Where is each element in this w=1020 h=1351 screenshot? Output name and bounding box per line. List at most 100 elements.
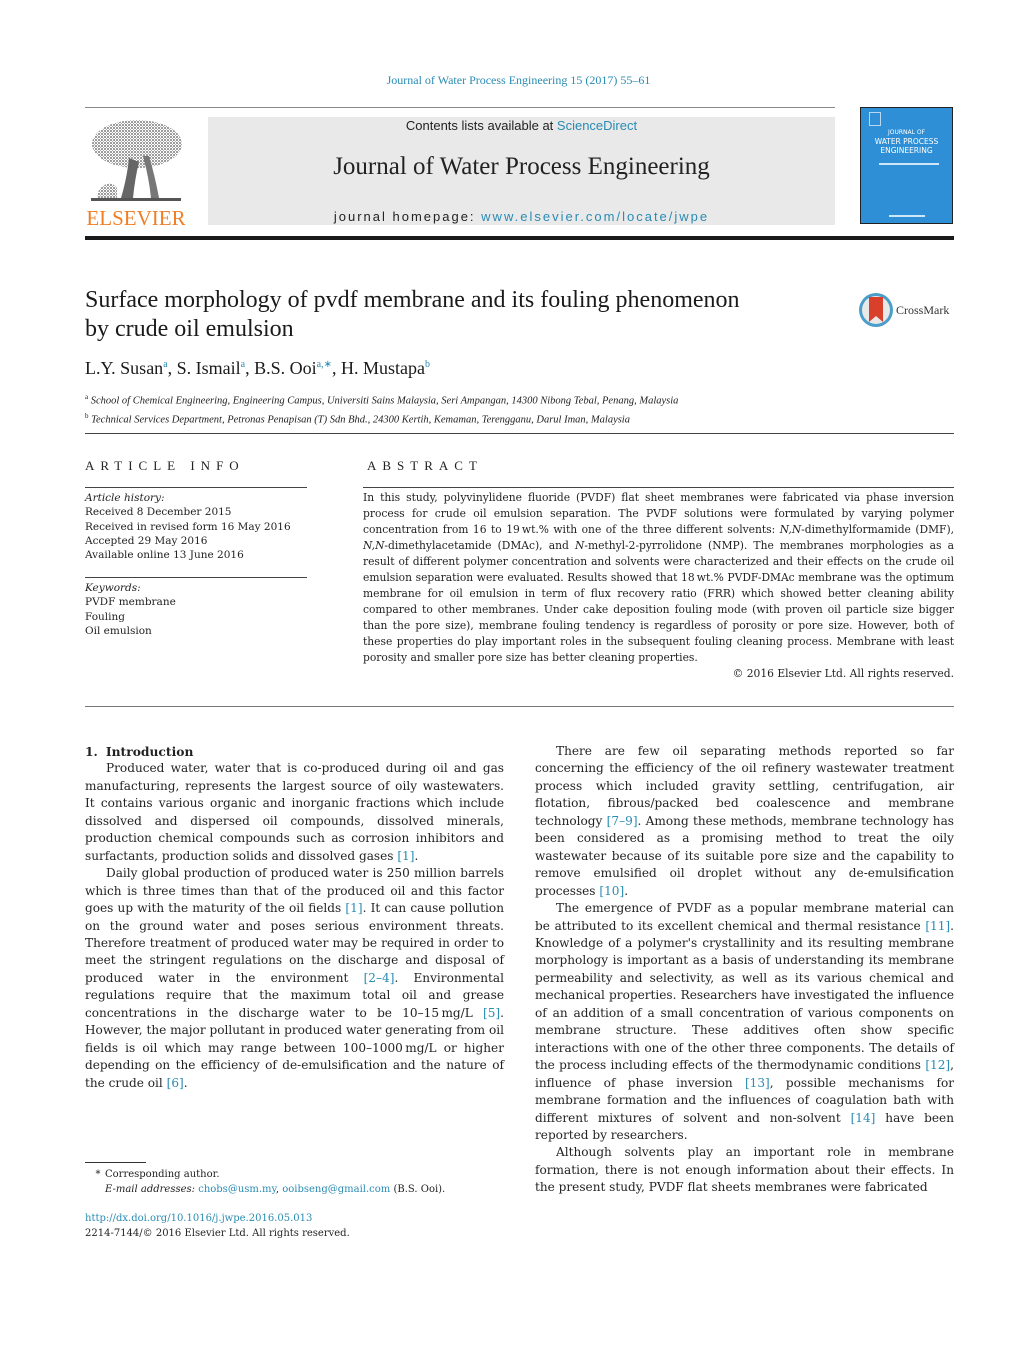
history-item: Accepted 29 May 2016 bbox=[85, 534, 208, 547]
history-item: Received in revised form 16 May 2016 bbox=[85, 520, 291, 533]
article-title: Surface morphology of pvdf membrane and … bbox=[85, 286, 845, 344]
footnote-line: * Corresponding author. bbox=[85, 1167, 515, 1182]
journal-cover-thumbnail[interactable]: JOURNAL OF WATER PROCESS ENGINEERING bbox=[860, 107, 953, 224]
body-column-left: 1. Introduction Produced water, water tha… bbox=[85, 743, 504, 1092]
footnote-marker: * bbox=[95, 1169, 101, 1180]
affiliation: b Technical Services Department, Petrona… bbox=[85, 409, 678, 428]
doi-link[interactable]: http://dx.doi.org/10.1016/j.jwpe.2016.05… bbox=[85, 1213, 312, 1224]
footnote-email-line: E-mail addresses: chobs@usm.my, ooibseng… bbox=[105, 1184, 446, 1195]
author-list: L.Y. Susana, S. Ismaila, B.S. Ooia,∗, H.… bbox=[85, 358, 430, 378]
corresponding-author-footnote: * Corresponding author. E-mail addresses:… bbox=[85, 1167, 515, 1197]
citation-link[interactable]: [11] bbox=[925, 919, 950, 933]
elsevier-tree-icon bbox=[91, 120, 182, 201]
running-head[interactable]: Journal of Water Process Engineering 15 … bbox=[0, 73, 1020, 88]
history-label: Article history: bbox=[85, 492, 165, 504]
abstract-paragraph: In this study, polyvinylidene fluoride (… bbox=[363, 490, 954, 666]
email-link[interactable]: chobs@usm.my bbox=[198, 1184, 276, 1195]
contents-line: Contents lists available at ScienceDirec… bbox=[208, 118, 835, 133]
author-name: L.Y. Susan bbox=[85, 358, 164, 378]
email-link[interactable]: ooibseng@gmail.com bbox=[282, 1184, 390, 1195]
history-item: Available online 13 June 2016 bbox=[85, 549, 244, 562]
paragraph: There are few oil separating methods rep… bbox=[535, 743, 954, 900]
elsevier-wordmark: ELSEVIER bbox=[86, 206, 186, 230]
email-label: E-mail addresses: bbox=[105, 1184, 196, 1195]
affiliation-marker: a bbox=[85, 393, 89, 401]
article-title-line1: Surface morphology of pvdf membrane and … bbox=[85, 287, 740, 313]
sciencedirect-link[interactable]: ScienceDirect bbox=[557, 118, 637, 133]
footnote-rule bbox=[85, 1162, 146, 1163]
citation-link[interactable]: [2–4] bbox=[364, 971, 395, 985]
author[interactable]: B.S. Ooia,∗ bbox=[254, 358, 332, 378]
paragraph-text: . bbox=[414, 848, 419, 863]
cover-title-line1: JOURNAL OF bbox=[887, 129, 926, 136]
citation-link[interactable]: [1] bbox=[397, 849, 414, 863]
citation-link[interactable]: [5] bbox=[483, 1006, 500, 1020]
paragraph-text: . bbox=[183, 1075, 188, 1090]
abstract-italic-segment: N,N bbox=[779, 523, 802, 536]
abstract-copyright: © 2016 Elsevier Ltd. All rights reserved… bbox=[732, 667, 954, 680]
crossmark-label: CrossMark bbox=[896, 303, 950, 317]
journal-masthead: Contents lists available at ScienceDirec… bbox=[208, 117, 835, 225]
paragraph-text: . Knowledge of a polymer's crystallinity… bbox=[535, 918, 954, 1073]
body-column-right: There are few oil separating methods rep… bbox=[535, 743, 954, 1197]
homepage-prefix: journal homepage: bbox=[333, 209, 482, 224]
history-item: Received 8 December 2015 bbox=[85, 506, 232, 519]
homepage-link[interactable]: www.elsevier.com/locate/jwpe bbox=[481, 209, 709, 224]
masthead-thick-rule bbox=[85, 236, 954, 240]
header-rule bbox=[85, 107, 835, 108]
affiliation-rule bbox=[85, 433, 954, 434]
keyword: PVDF membrane bbox=[85, 596, 176, 609]
elsevier-logo[interactable]: ELSEVIER bbox=[85, 116, 187, 230]
paragraph: Daily global production of produced wate… bbox=[85, 865, 504, 1092]
affiliations: a School of Chemical Engineering, Engine… bbox=[85, 390, 678, 427]
keywords-rule bbox=[85, 577, 307, 578]
citation-link[interactable]: [6] bbox=[167, 1076, 184, 1090]
footnote-text: Corresponding author. bbox=[105, 1169, 220, 1180]
citation-link[interactable]: [14] bbox=[851, 1111, 876, 1125]
keyword: Oil emulsion bbox=[85, 624, 152, 637]
article-title-line2: by crude oil emulsion bbox=[85, 316, 294, 342]
body-rule bbox=[85, 706, 954, 707]
section-heading-introduction: 1. Introduction bbox=[85, 743, 504, 760]
cover-editors-line bbox=[879, 163, 939, 165]
cover-title-line3: ENGINEERING bbox=[880, 146, 933, 155]
citation-link[interactable]: [13] bbox=[745, 1076, 770, 1090]
cover-title-line2: WATER PROCESS bbox=[874, 137, 939, 146]
author[interactable]: S. Ismaila bbox=[177, 358, 245, 378]
paragraph-text: Produced water, water that is co-produce… bbox=[85, 761, 504, 863]
paragraph: Produced water, water that is co-produce… bbox=[85, 760, 504, 865]
article-history: Article history: Received 8 December 201… bbox=[85, 491, 315, 562]
affiliation-marker: b bbox=[85, 411, 89, 420]
author-affiliation-marker: a bbox=[163, 359, 168, 370]
citation-link[interactable]: [12] bbox=[925, 1058, 950, 1072]
abstract-text-segment: -methyl-2-pyrrolidone (NMP). The membran… bbox=[363, 539, 954, 664]
affiliation-text: Technical Services Department, Petronas … bbox=[91, 414, 630, 425]
crossmark-button[interactable]: CrossMark bbox=[858, 291, 958, 329]
section-title: Introduction bbox=[105, 744, 194, 759]
cover-title: JOURNAL OF WATER PROCESS ENGINEERING bbox=[861, 128, 952, 155]
contents-prefix: Contents lists available at bbox=[405, 118, 557, 133]
citation-link[interactable]: [10] bbox=[599, 884, 624, 898]
citation-link[interactable]: [7–9] bbox=[607, 814, 638, 828]
cover-logo-icon bbox=[869, 112, 881, 126]
affiliation-text: School of Chemical Engineering, Engineer… bbox=[90, 395, 679, 407]
homepage-line: journal homepage: www.elsevier.com/locat… bbox=[208, 209, 835, 224]
issn-copyright: 2214-7144/© 2016 Elsevier Ltd. All right… bbox=[85, 1227, 350, 1239]
crossmark-icon bbox=[859, 293, 893, 327]
paragraph-text: . bbox=[624, 883, 629, 898]
paragraph: The emergence of PVDF as a popular membr… bbox=[535, 900, 954, 1144]
article-info-heading: ARTICLE INFO bbox=[85, 458, 245, 473]
author-name: S. Ismail bbox=[176, 358, 241, 378]
author-affiliation-marker: a,∗ bbox=[316, 359, 332, 370]
journal-name: Journal of Water Process Engineering bbox=[333, 153, 710, 180]
abstract-body: In this study, polyvinylidene fluoride (… bbox=[363, 490, 954, 682]
abstract-heading: ABSTRACT bbox=[367, 458, 483, 473]
author[interactable]: L.Y. Susana bbox=[85, 358, 168, 378]
article-info-rule bbox=[85, 487, 307, 488]
keywords: Keywords: PVDF membrane Fouling Oil emul… bbox=[85, 581, 315, 638]
cover-footer-line bbox=[889, 215, 925, 217]
author[interactable]: H. Mustapab bbox=[341, 358, 430, 378]
abstract-italic-segment: N,N bbox=[363, 539, 385, 552]
citation-link[interactable]: [1] bbox=[345, 901, 362, 915]
author-name: B.S. Ooi bbox=[254, 358, 317, 378]
